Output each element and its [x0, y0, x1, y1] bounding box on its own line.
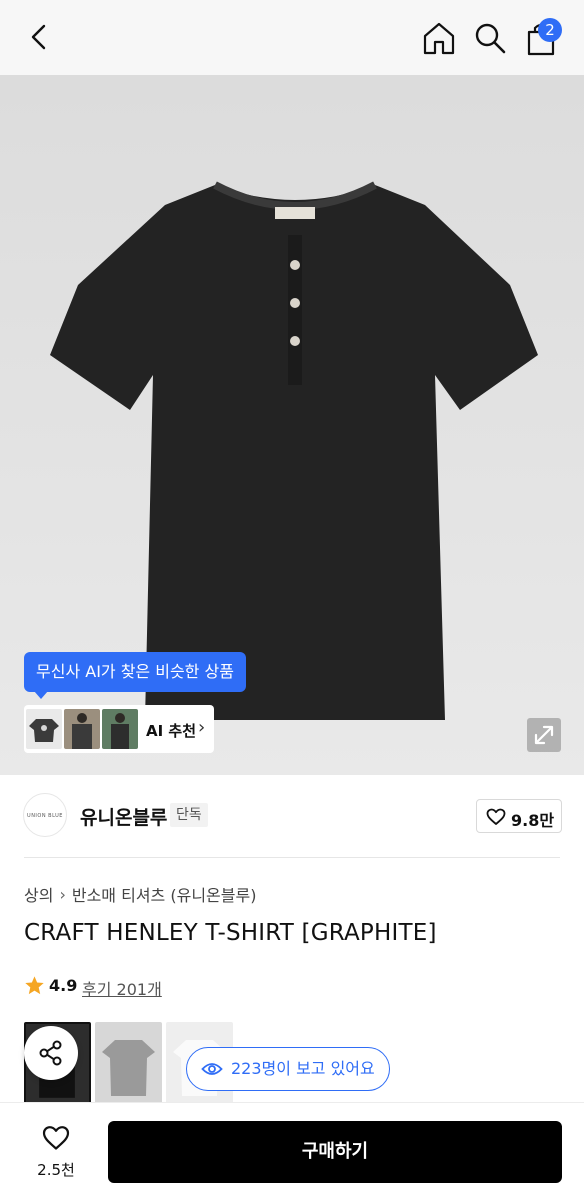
ai-recommend-label[interactable]: AI 추천	[146, 720, 196, 741]
breadcrumb-category[interactable]: 상의	[24, 882, 53, 906]
heart-icon	[486, 808, 506, 825]
color-thumb-grey[interactable]	[95, 1022, 162, 1104]
share-icon	[39, 1040, 62, 1066]
ai-thumb-1[interactable]	[26, 709, 62, 749]
breadcrumb-separator: ›	[59, 884, 66, 904]
brand-like-button[interactable]: 9.8만	[476, 799, 562, 833]
eye-icon	[201, 1063, 223, 1075]
heart-icon[interactable]	[42, 1125, 70, 1151]
ai-thumb-3[interactable]	[102, 709, 138, 749]
brand-like-count: 9.8만	[511, 811, 555, 830]
ai-recommendation-card[interactable]: AI 추천 ›	[24, 705, 214, 753]
home-icon[interactable]	[420, 20, 458, 56]
brand-logo[interactable]: UNION BLUE	[23, 793, 67, 837]
viewers-text: 223명이 보고 있어요	[231, 1059, 375, 1078]
cart-count-badge: 2	[538, 18, 562, 42]
ai-recommendation-tooltip: 무신사 AI가 찾은 비슷한 상품	[24, 652, 246, 692]
product-shirt-image	[50, 181, 538, 720]
breadcrumb-subcategory[interactable]: 반소매 티셔츠 (유니온블루)	[72, 882, 257, 906]
buy-button[interactable]: 구매하기	[108, 1121, 562, 1183]
product-title: CRAFT HENLEY T-SHIRT [GRAPHITE]	[24, 920, 437, 946]
breadcrumb: 상의 › 반소매 티셔츠 (유니온블루)	[24, 882, 256, 906]
search-icon[interactable]	[472, 20, 508, 56]
top-nav-bar: 2	[0, 0, 584, 75]
ai-thumb-2[interactable]	[64, 709, 100, 749]
expand-icon	[534, 725, 554, 745]
share-button[interactable]	[24, 1026, 78, 1080]
product-image[interactable]: 무신사 AI가 찾은 비슷한 상품 AI 추천 ›	[0, 75, 584, 775]
bottom-action-bar: 2.5천 구매하기	[0, 1102, 584, 1200]
exclusive-badge: 단독	[170, 803, 208, 827]
star-icon	[25, 976, 44, 995]
tooltip-arrow	[34, 691, 48, 699]
rating-value: 4.9	[49, 976, 78, 995]
review-count-link[interactable]: 후기 201개	[82, 976, 162, 1000]
chevron-right-icon: ›	[198, 717, 206, 738]
wishlist-count: 2.5천	[37, 1161, 75, 1179]
viewers-count-pill: 223명이 보고 있어요	[186, 1047, 390, 1091]
expand-image-button[interactable]	[527, 718, 561, 752]
back-icon[interactable]	[24, 22, 54, 52]
divider	[24, 857, 560, 858]
brand-name[interactable]: 유니온블루	[80, 803, 167, 830]
